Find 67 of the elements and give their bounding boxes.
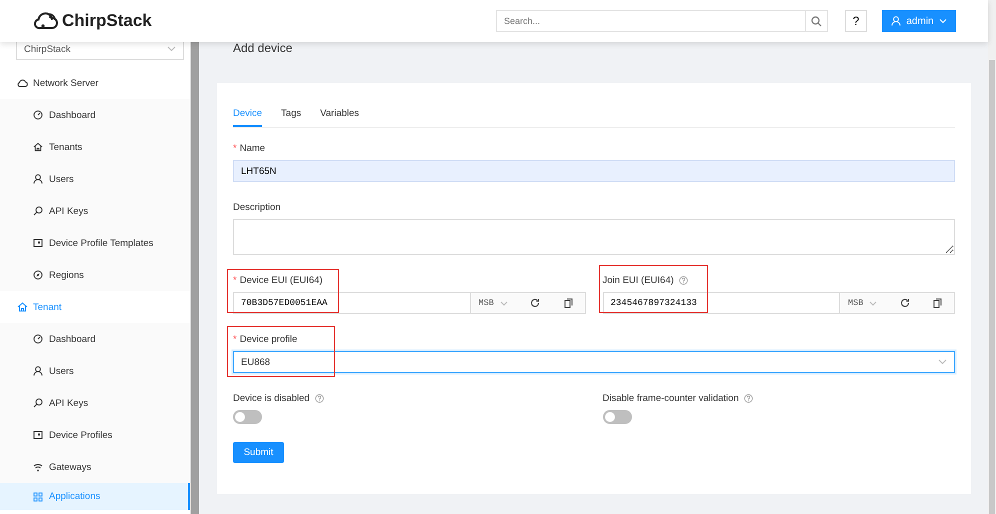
- chevron-down-icon: [938, 359, 947, 365]
- sidebar-item[interactable]: Users: [0, 355, 190, 387]
- cloud-logo-icon: [33, 11, 59, 31]
- name-field[interactable]: LHT65N: [233, 160, 955, 182]
- required-mark: *: [233, 274, 237, 286]
- field-label: Disable frame-counter validation: [602, 392, 739, 404]
- chevron-down-icon: [938, 18, 947, 24]
- id-card-icon: [33, 238, 43, 248]
- copy-icon: [933, 298, 942, 308]
- refresh-icon: [900, 298, 910, 308]
- sidebar-section[interactable]: Network Server: [0, 67, 190, 99]
- field-label: Name: [240, 142, 266, 154]
- scrollbar[interactable]: [190, 42, 199, 514]
- chevron-down-icon: [167, 46, 176, 52]
- field-label: Join EUI (EUI64): [602, 274, 674, 286]
- wifi-icon: [33, 462, 43, 472]
- sidebar-item[interactable]: Dashboard: [0, 323, 190, 355]
- logo-text: ChirpStack: [62, 11, 152, 31]
- chevron-down-icon: [500, 300, 508, 306]
- grid-icon: [33, 492, 43, 502]
- sidebar-item[interactable]: Dashboard: [0, 99, 190, 131]
- toggle-switch[interactable]: [233, 410, 262, 424]
- tab[interactable]: Tags: [281, 102, 302, 127]
- help-icon[interactable]: [744, 394, 753, 402]
- cloud-icon: [17, 78, 28, 88]
- search-icon: [811, 16, 822, 26]
- search-icon: [33, 206, 43, 216]
- description-field[interactable]: [233, 219, 955, 255]
- help-icon[interactable]: [678, 276, 688, 284]
- scrollbar[interactable]: [988, 0, 996, 514]
- help-icon[interactable]: [314, 394, 324, 402]
- eui-field[interactable]: 2345467897324133 MSB: [602, 292, 955, 314]
- home-icon: [17, 302, 28, 312]
- refresh-icon: [530, 298, 540, 308]
- sidebar-item[interactable]: API Keys: [0, 195, 190, 227]
- sidebar-item[interactable]: Users: [0, 163, 190, 195]
- id-card-icon: [33, 430, 43, 440]
- page-title: Add device: [233, 40, 294, 56]
- sidebar-item[interactable]: Regions: [0, 259, 190, 291]
- required-mark: *: [233, 334, 237, 344]
- search-field[interactable]: Search...: [496, 10, 806, 32]
- user-icon: [33, 366, 43, 376]
- chevron-down-icon: [869, 300, 878, 306]
- copy-icon: [564, 298, 572, 308]
- toggle-switch[interactable]: [602, 410, 632, 424]
- gauge-icon: [33, 110, 43, 120]
- field-label: Description: [233, 202, 281, 212]
- tab[interactable]: Variables: [320, 102, 360, 127]
- field-label: Device EUI (EUI64): [240, 274, 323, 286]
- search-icon: [33, 398, 43, 408]
- eui-field[interactable]: 70B3D57ED0051EAA MSB: [233, 292, 586, 314]
- field-label: Device is disabled: [233, 392, 310, 404]
- gauge-icon: [33, 334, 43, 344]
- sidebar-item[interactable]: Gateways: [0, 451, 190, 483]
- home-icon: [33, 142, 43, 152]
- sidebar-item[interactable]: Device Profile Templates: [0, 227, 190, 259]
- device-profile-select[interactable]: EU868: [233, 351, 955, 373]
- sidebar-item[interactable]: Tenants: [0, 131, 190, 163]
- sidebar-item[interactable]: API Keys: [0, 387, 190, 419]
- required-mark: *: [233, 142, 237, 154]
- user-icon: [891, 16, 902, 26]
- field-label: Device profile: [240, 334, 298, 344]
- user-icon: [33, 174, 43, 184]
- sidebar-item[interactable]: Device Profiles: [0, 419, 190, 451]
- compass-icon: [33, 270, 43, 280]
- help-button[interactable]: ?: [845, 10, 867, 32]
- search-button[interactable]: [806, 10, 828, 32]
